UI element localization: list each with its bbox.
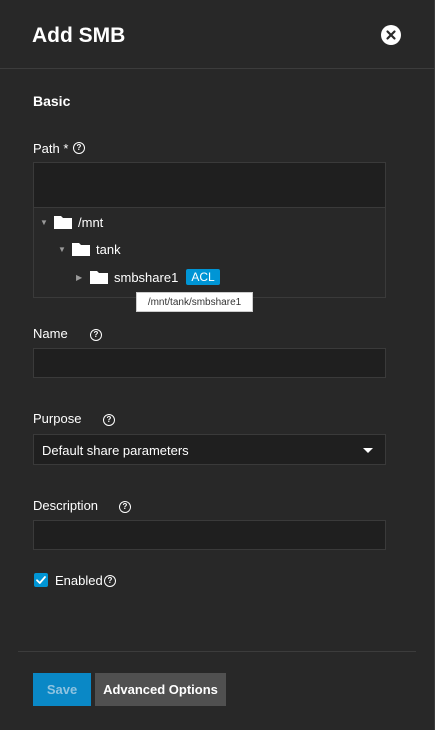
advanced-options-button[interactable]: Advanced Options [95,673,226,706]
panel-header: Add SMB [0,0,435,69]
tree-node-mnt[interactable]: ▼ /mnt [40,212,103,232]
tree-node-label: /mnt [78,214,104,230]
tree-node-smbshare1[interactable]: ▶ smbshare1 ACL [76,267,220,287]
purpose-help-icon[interactable]: ? [103,414,115,426]
folder-icon [72,242,90,256]
path-tree: ▼ /mnt ▼ tank ▶ smbshare1 ACL [33,207,386,298]
tree-node-tank[interactable]: ▼ tank [58,239,121,259]
footer-divider [18,651,416,652]
description-input[interactable] [33,520,386,550]
enabled-help-icon[interactable]: ? [104,575,116,587]
purpose-label: Purpose [33,411,82,426]
caret-right-icon[interactable]: ▶ [76,273,84,282]
close-icon[interactable] [381,25,401,45]
folder-icon [90,270,108,284]
tree-node-label: tank [96,241,121,257]
purpose-selected-value: Default share parameters [42,443,189,458]
description-label: Description [33,498,99,513]
name-input[interactable] [33,348,386,378]
enabled-label: Enabled [55,573,103,588]
name-help-icon[interactable]: ? [90,329,102,341]
purpose-select[interactable]: Default share parameters [33,434,386,465]
checkmark-icon [36,576,46,584]
enabled-checkbox[interactable] [34,573,48,587]
section-title-basic: Basic [33,93,71,109]
save-button[interactable]: Save [33,673,91,706]
path-label: Path * [33,141,69,156]
acl-badge[interactable]: ACL [186,269,220,285]
caret-down-icon[interactable]: ▼ [40,218,48,227]
add-smb-panel: Add SMB Basic Path * ? ▼ /mnt ▼ tank ▶ s… [0,0,435,730]
dropdown-arrow-icon [363,448,373,453]
panel-title: Add SMB [32,24,126,47]
caret-down-icon[interactable]: ▼ [58,245,66,254]
path-tooltip: /mnt/tank/smbshare1 [136,292,253,312]
description-help-icon[interactable]: ? [119,501,131,513]
folder-icon [54,215,72,229]
name-label: Name [33,326,68,341]
path-input[interactable] [33,162,386,208]
tree-node-label: smbshare1 [114,269,179,285]
path-help-icon[interactable]: ? [73,142,85,154]
